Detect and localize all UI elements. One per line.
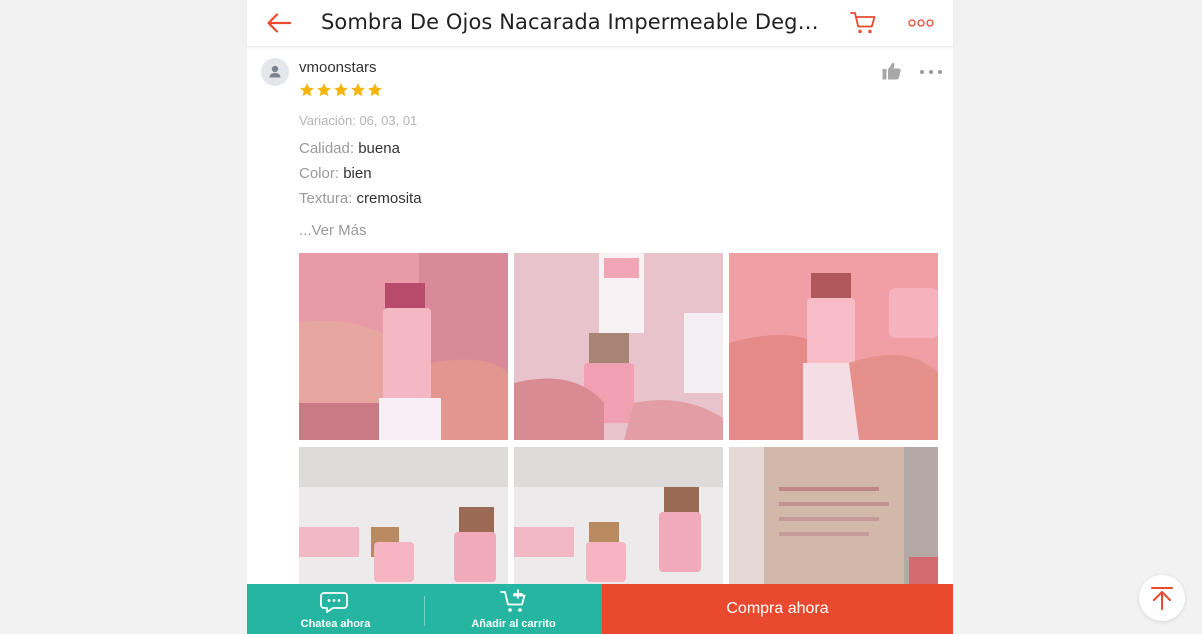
chat-now-button[interactable]: Chatea ahora (247, 584, 424, 634)
star-icon (300, 83, 314, 97)
review-photo[interactable] (729, 253, 938, 440)
attribute-value: bien (343, 165, 372, 182)
chat-bubble-icon (319, 592, 348, 613)
see-more-link[interactable]: ...Ver Más (299, 222, 367, 239)
top-header: Sombra De Ojos Nacarada Impermeable Degr… (247, 0, 953, 47)
reviewer-name: vmoonstars (299, 59, 377, 76)
add-to-cart-button[interactable]: Añadir al carrito (425, 584, 602, 634)
attribute-key: Color: (299, 165, 340, 182)
more-dots-icon[interactable] (907, 14, 935, 32)
thumbs-up-icon[interactable] (881, 61, 903, 81)
arrow-left-icon[interactable] (265, 9, 293, 37)
review-photo[interactable] (299, 253, 508, 440)
more-dots-icon[interactable] (919, 65, 943, 77)
add-to-cart-label: Añadir al carrito (471, 618, 556, 630)
app-screen: Sombra De Ojos Nacarada Impermeable Degr… (247, 0, 953, 634)
variation-text: Variación: 06, 03, 01 (299, 113, 418, 128)
bottom-action-bar: Chatea ahora Añadir al carrito Compra ah… (247, 584, 953, 634)
rating-stars (299, 82, 383, 100)
review-photo[interactable] (729, 447, 938, 584)
buy-now-button[interactable]: Compra ahora (602, 584, 953, 634)
review-photo[interactable] (514, 447, 723, 584)
cart-icon[interactable] (849, 10, 877, 36)
attribute-value: cremosita (356, 190, 422, 207)
add-cart-icon (499, 589, 525, 612)
arrow-to-top-icon (1151, 587, 1173, 610)
attribute-key: Textura: (299, 190, 353, 207)
review-photo[interactable] (299, 447, 508, 584)
review-attribute: Calidad: buena (299, 140, 400, 157)
star-icon (351, 83, 365, 97)
star-icon (334, 83, 348, 97)
attribute-value: buena (358, 140, 400, 157)
star-icon (317, 83, 331, 97)
review-attribute: Color: bien (299, 165, 372, 182)
attribute-key: Calidad: (299, 140, 355, 157)
chat-now-label: Chatea ahora (300, 618, 371, 630)
page-title: Sombra De Ojos Nacarada Impermeable Degr… (321, 10, 821, 34)
star-icon (368, 83, 382, 97)
review-attribute: Textura: cremosita (299, 190, 422, 207)
review-photo[interactable] (514, 253, 723, 440)
avatar[interactable] (261, 58, 289, 86)
scroll-to-top-button[interactable] (1139, 575, 1185, 621)
